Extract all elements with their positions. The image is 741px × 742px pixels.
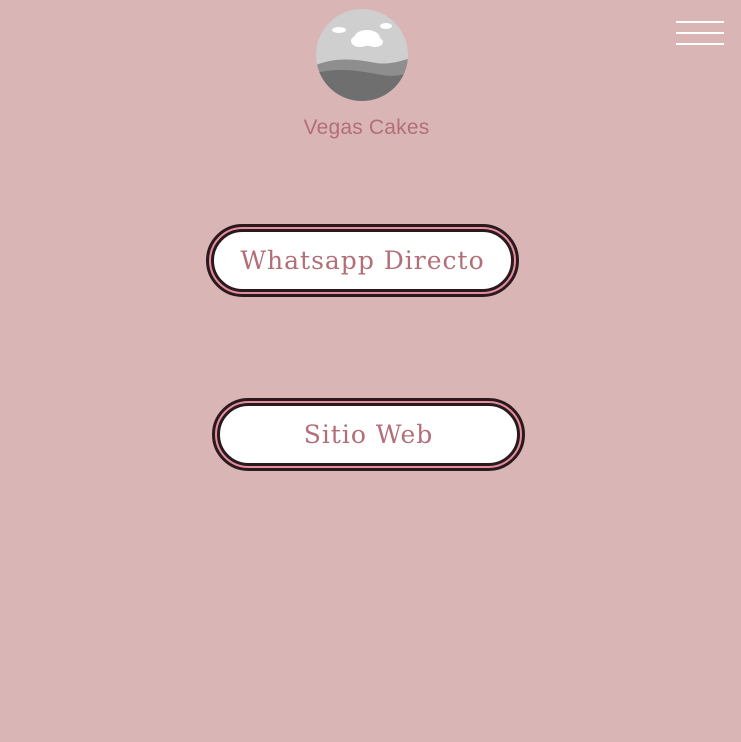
- menu-button[interactable]: [676, 20, 724, 46]
- whatsapp-link-label: Whatsapp Directo: [240, 246, 485, 275]
- whatsapp-link-button[interactable]: Whatsapp Directo: [206, 224, 519, 297]
- website-link-button[interactable]: Sitio Web: [212, 398, 525, 471]
- website-link-inner: Sitio Web: [217, 403, 520, 466]
- website-link-label: Sitio Web: [303, 420, 434, 449]
- profile-name: Vegas Cakes: [303, 116, 430, 139]
- landscape-placeholder-icon: [316, 9, 408, 101]
- avatar: [316, 9, 408, 101]
- whatsapp-link-inner: Whatsapp Directo: [211, 229, 514, 292]
